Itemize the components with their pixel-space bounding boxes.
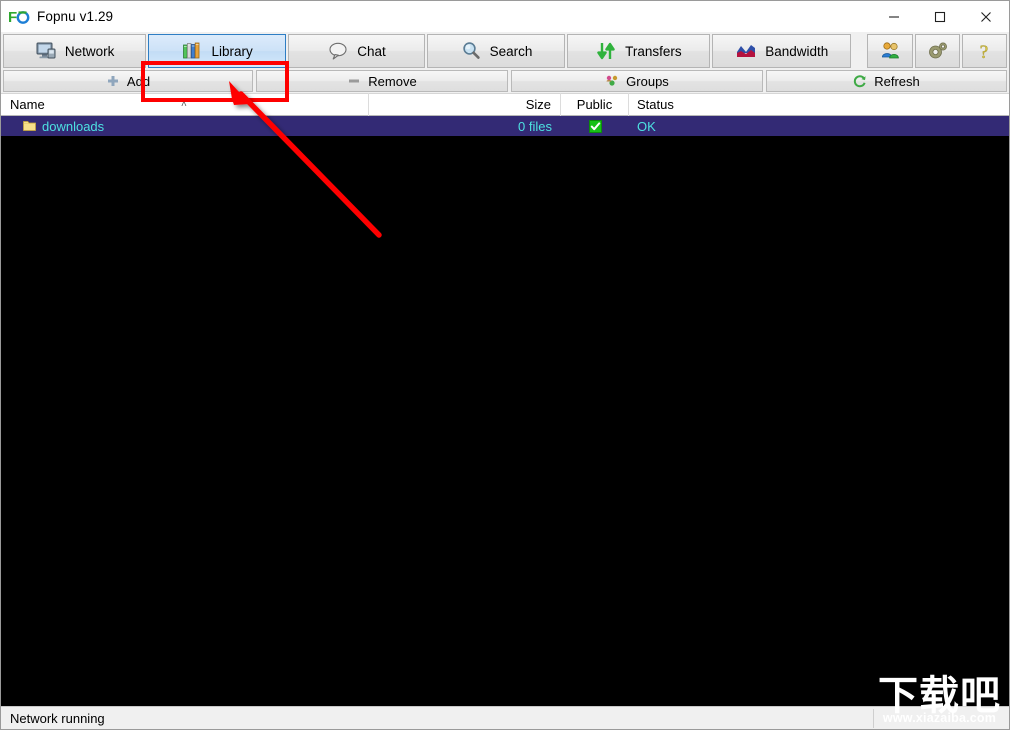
up-down-arrows-icon xyxy=(595,40,617,62)
close-button[interactable] xyxy=(963,1,1009,32)
minus-icon xyxy=(347,74,361,88)
question-icon: ? xyxy=(973,40,995,64)
speech-bubble-icon xyxy=(327,40,349,62)
library-action-bar: Add Remove Groups Refresh xyxy=(1,70,1009,93)
books-icon xyxy=(181,40,203,62)
computer-monitor-icon xyxy=(35,40,57,62)
groups-button[interactable]: Groups xyxy=(511,70,763,92)
remove-button-label: Remove xyxy=(368,73,417,89)
public-checkbox-checked-icon xyxy=(588,119,602,133)
library-table-header: Name ˄ Size Public Status xyxy=(1,93,1009,116)
settings-button[interactable] xyxy=(914,34,960,68)
status-message: Network running xyxy=(10,710,105,726)
column-header-status-label: Status xyxy=(637,97,674,112)
column-header-public[interactable]: Public xyxy=(561,93,629,116)
refresh-button-label: Refresh xyxy=(874,73,920,89)
minimize-button[interactable] xyxy=(871,1,917,32)
remove-button[interactable]: Remove xyxy=(256,70,508,92)
row-name-label: downloads xyxy=(42,118,105,134)
title-bar: F Fopnu v1.29 xyxy=(1,1,1009,32)
row-name-cell: downloads xyxy=(1,116,369,136)
table-row[interactable]: downloads 0 files OK xyxy=(1,116,1009,136)
maximize-button[interactable] xyxy=(917,1,963,32)
tab-search[interactable]: Search xyxy=(427,34,565,68)
tab-transfers-label: Transfers xyxy=(625,43,682,59)
main-tab-bar: Network Library Chat Search Transfers Ba… xyxy=(1,32,1009,102)
tab-library[interactable]: Library xyxy=(148,34,286,68)
column-header-name[interactable]: Name ˄ xyxy=(1,93,369,116)
tab-network[interactable]: Network xyxy=(3,34,147,68)
status-bar: Network running xyxy=(1,706,1009,729)
tab-chat[interactable]: Chat xyxy=(287,34,426,68)
users-button[interactable] xyxy=(867,34,913,68)
svg-text:F: F xyxy=(8,9,17,26)
groups-icon xyxy=(605,74,619,88)
magnifier-icon xyxy=(460,40,482,62)
tab-search-label: Search xyxy=(489,43,533,59)
add-button[interactable]: Add xyxy=(3,70,253,92)
refresh-button[interactable]: Refresh xyxy=(766,70,1007,92)
row-status-cell: OK xyxy=(637,118,656,134)
status-bar-divider xyxy=(873,709,874,728)
row-public-cell[interactable] xyxy=(561,116,629,136)
row-size-cell: 0 files xyxy=(518,118,552,134)
tab-network-label: Network xyxy=(64,43,115,59)
tab-transfers[interactable]: Transfers xyxy=(566,34,711,68)
column-header-size-label: Size xyxy=(525,97,551,112)
groups-button-label: Groups xyxy=(626,73,669,89)
gears-icon xyxy=(926,40,948,62)
people-icon xyxy=(879,40,901,62)
column-header-filler xyxy=(891,93,1009,116)
tab-bandwidth-label: Bandwidth xyxy=(765,43,829,59)
fopnu-window: F Fopnu v1.29 Network Library Chat Searc… xyxy=(0,0,1010,730)
library-file-list[interactable]: downloads 0 files OK xyxy=(1,116,1009,706)
column-header-name-label: Name xyxy=(10,97,45,112)
area-chart-icon xyxy=(735,40,757,62)
sort-ascending-icon: ˄ xyxy=(181,99,187,110)
tab-bandwidth[interactable]: Bandwidth xyxy=(712,34,852,68)
column-header-size[interactable]: Size xyxy=(369,93,561,116)
tab-chat-label: Chat xyxy=(357,43,386,59)
column-header-public-label: Public xyxy=(576,97,613,112)
refresh-icon xyxy=(853,74,867,88)
help-button[interactable]: ? xyxy=(961,34,1008,68)
window-title: Fopnu v1.29 xyxy=(37,9,114,24)
column-header-status[interactable]: Status xyxy=(629,93,891,116)
folder-icon xyxy=(23,120,36,132)
add-button-label: Add xyxy=(126,73,151,89)
tab-library-label: Library xyxy=(211,43,253,59)
plus-icon xyxy=(106,74,120,88)
fopnu-logo-icon: F xyxy=(8,7,32,27)
svg-text:?: ? xyxy=(980,42,988,62)
